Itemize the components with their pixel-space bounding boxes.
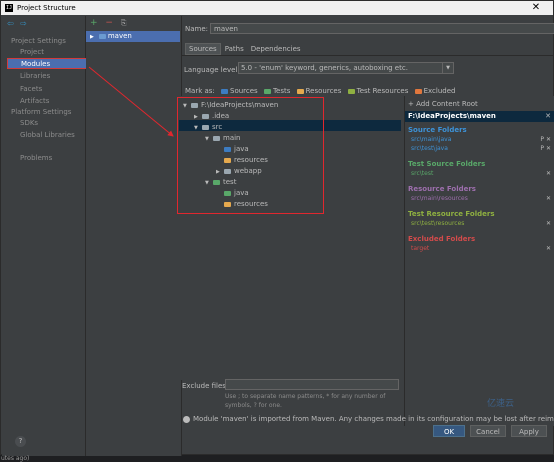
mark-sources-label: Sources bbox=[230, 87, 258, 95]
folder-section-header: Resource Folders bbox=[408, 185, 476, 193]
module-name-input[interactable]: maven bbox=[210, 23, 554, 34]
sidebar-item-facets[interactable]: Facets bbox=[20, 85, 42, 93]
mark-resources-button[interactable]: Resources bbox=[296, 87, 342, 95]
content-root-header: F:\IdeaProjects\maven ✕ bbox=[405, 111, 554, 122]
language-level-select[interactable]: 5.0 - 'enum' keyword, generics, autoboxi… bbox=[238, 62, 454, 74]
exclude-files-input[interactable] bbox=[225, 379, 399, 390]
folder-path-item: src\test\resources bbox=[411, 220, 465, 227]
language-level-label: Language level: bbox=[184, 66, 240, 74]
mark-as-label: Mark as: bbox=[185, 87, 215, 95]
tab-sources[interactable]: Sources bbox=[185, 43, 221, 55]
folder-section-header: Source Folders bbox=[408, 126, 467, 134]
back-arrow-icon[interactable]: ⇦ bbox=[7, 19, 14, 28]
module-list-panel: + − ⎘ ▶ maven bbox=[86, 16, 182, 456]
project-structure-window: IJ Project Structure ✕ ⇦ ⇨ Project Setti… bbox=[0, 0, 554, 456]
forward-arrow-icon[interactable]: ⇨ bbox=[20, 19, 27, 28]
maven-import-text: Module 'maven' is imported from Maven. A… bbox=[193, 415, 554, 423]
sidebar-item-project[interactable]: Project bbox=[20, 48, 44, 56]
excluded-folder-icon bbox=[414, 88, 422, 94]
folder-section-header: Test Source Folders bbox=[408, 160, 486, 168]
mark-as-row: Mark as: Sources Tests Resources Test Re… bbox=[185, 87, 459, 95]
sidebar-item-modules[interactable]: Modules bbox=[7, 58, 87, 69]
sources-folder-icon bbox=[221, 88, 229, 94]
settings-sidebar: ⇦ ⇨ Project Settings Project Modules Lib… bbox=[2, 16, 87, 456]
add-module-icon[interactable]: + bbox=[90, 18, 98, 28]
tab-paths[interactable]: Paths bbox=[222, 44, 247, 54]
maven-import-notice: Module 'maven' is imported from Maven. A… bbox=[183, 415, 554, 423]
apply-button[interactable]: Apply bbox=[511, 425, 547, 437]
remove-folder-icon[interactable]: ✕ bbox=[546, 220, 551, 227]
module-item-maven[interactable]: ▶ maven bbox=[86, 31, 180, 42]
exclude-files-label: Exclude files: bbox=[182, 382, 229, 390]
watermark-logo: 亿速云 bbox=[487, 399, 515, 409]
mark-tests-button[interactable]: Tests bbox=[263, 87, 291, 95]
cancel-button[interactable]: Cancel bbox=[470, 425, 506, 437]
sidebar-item-problems[interactable]: Problems bbox=[20, 154, 52, 162]
tab-dependencies[interactable]: Dependencies bbox=[248, 44, 304, 54]
name-label: Name: bbox=[185, 25, 209, 33]
remove-folder-icon[interactable]: ✕ bbox=[546, 245, 551, 252]
remove-folder-icon[interactable]: ✕ bbox=[546, 170, 551, 177]
module-name: maven bbox=[107, 32, 132, 40]
folder-path-item: src\main\resources bbox=[411, 195, 468, 202]
tests-folder-icon bbox=[263, 88, 271, 94]
remove-folder-icon[interactable]: ✕ bbox=[546, 145, 551, 152]
title-bar: IJ Project Structure ✕ bbox=[1, 1, 553, 15]
edit-package-prefix-icon[interactable]: P bbox=[540, 136, 544, 143]
folder-path-item: src\test bbox=[411, 170, 434, 177]
sidebar-item-sdks[interactable]: SDKs bbox=[20, 119, 38, 127]
mark-excluded-label: Excluded bbox=[423, 87, 456, 95]
sidebar-item-global-libraries[interactable]: Global Libraries bbox=[20, 131, 75, 139]
highlight-annotation-box bbox=[177, 97, 324, 214]
language-level-value: 5.0 - 'enum' keyword, generics, autoboxi… bbox=[241, 64, 408, 72]
resources-folder-icon bbox=[296, 88, 304, 94]
folder-section-header: Excluded Folders bbox=[408, 235, 476, 243]
nav-arrows: ⇦ ⇨ bbox=[7, 19, 31, 28]
chevron-down-icon[interactable]: ▼ bbox=[442, 63, 453, 73]
close-icon[interactable]: ✕ bbox=[521, 2, 551, 14]
folder-path-item: src\main\java bbox=[411, 136, 452, 143]
folder-path-item: src\test\java bbox=[411, 145, 448, 152]
module-folder-icon bbox=[98, 33, 106, 39]
tab-divider bbox=[182, 55, 553, 56]
mark-test-resources-button[interactable]: Test Resources bbox=[347, 87, 409, 95]
remove-folder-icon[interactable]: ✕ bbox=[546, 195, 551, 202]
intellij-app-icon: IJ bbox=[5, 4, 13, 12]
test-resources-folder-icon bbox=[347, 88, 355, 94]
remove-root-icon[interactable]: ✕ bbox=[545, 111, 551, 122]
module-tabs: Sources Paths Dependencies bbox=[185, 43, 305, 55]
edit-package-prefix-icon[interactable]: P bbox=[540, 145, 544, 152]
module-detail-panel: Name: maven Sources Paths Dependencies Lan… bbox=[179, 16, 554, 456]
help-icon[interactable]: ? bbox=[15, 436, 26, 447]
content-root-path: F:\IdeaProjects\maven bbox=[408, 112, 496, 120]
ok-button[interactable]: OK bbox=[433, 425, 465, 437]
mark-test-resources-label: Test Resources bbox=[356, 87, 409, 95]
sidebar-item-libraries[interactable]: Libraries bbox=[20, 72, 50, 80]
folder-path-item: target bbox=[411, 245, 430, 252]
copy-module-icon[interactable]: ⎘ bbox=[121, 19, 127, 27]
project-settings-header: Project Settings bbox=[11, 37, 66, 45]
sidebar-item-artifacts[interactable]: Artifacts bbox=[20, 97, 49, 105]
window-title: Project Structure bbox=[17, 4, 76, 12]
mark-sources-button[interactable]: Sources bbox=[221, 87, 258, 95]
module-toolbar: + − ⎘ bbox=[90, 18, 126, 28]
content-root-pane: + Add Content Root F:\IdeaProjects\maven… bbox=[404, 96, 554, 426]
platform-settings-header: Platform Settings bbox=[11, 108, 72, 116]
folder-section-header: Test Resource Folders bbox=[408, 210, 495, 218]
exclude-files-hint: Use ; to separate name patterns, * for a… bbox=[225, 393, 386, 409]
mark-excluded-button[interactable]: Excluded bbox=[414, 87, 456, 95]
expand-arrow-icon[interactable]: ▶ bbox=[90, 34, 94, 40]
mark-tests-label: Tests bbox=[272, 87, 291, 95]
mark-resources-label: Resources bbox=[305, 87, 342, 95]
remove-module-icon[interactable]: − bbox=[105, 18, 113, 28]
info-icon bbox=[183, 415, 190, 423]
add-content-root-button[interactable]: + Add Content Root bbox=[408, 100, 478, 108]
remove-folder-icon[interactable]: ✕ bbox=[546, 136, 551, 143]
